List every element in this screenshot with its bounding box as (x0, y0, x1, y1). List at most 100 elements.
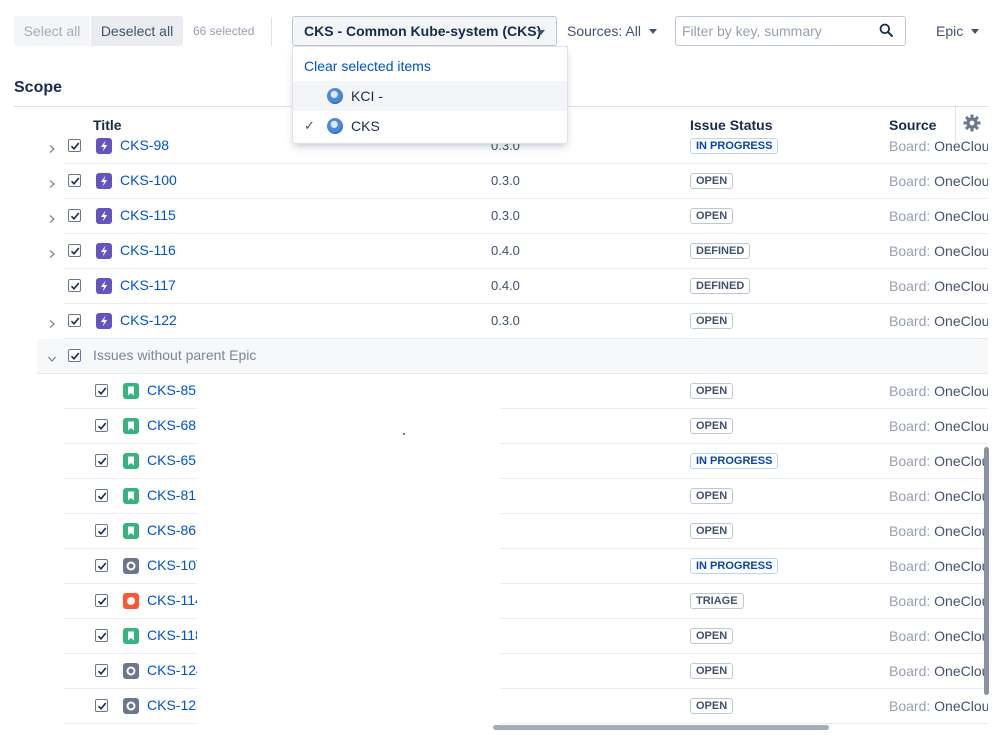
source-value[interactable]: OneClouc (934, 173, 988, 189)
checkbox-checked-icon[interactable] (95, 489, 108, 502)
scope-title: Scope (14, 79, 63, 96)
issue-key-link[interactable]: CKS-114 (147, 592, 203, 608)
story-icon (123, 453, 139, 469)
source-value[interactable]: OneClouc (934, 243, 988, 259)
checkbox-checked-icon[interactable] (68, 279, 81, 292)
deselect-all-button[interactable]: Deselect all (91, 16, 183, 46)
table-row[interactable]: CKS-117 0.4.0 DEFINED Board: OneClouc (0, 269, 988, 304)
stray-dot (403, 433, 405, 435)
issue-key-link[interactable]: CKS-81 (147, 487, 196, 503)
caret-down-icon (537, 30, 545, 35)
checkbox-checked-icon[interactable] (95, 559, 108, 572)
filter-input[interactable] (675, 16, 906, 46)
source-prefix: Board: (889, 698, 931, 714)
story-icon (123, 418, 139, 434)
issue-key-link[interactable]: CKS-65 (147, 452, 196, 468)
table-row[interactable]: CKS-116 0.4.0 DEFINED Board: OneClouc (0, 234, 988, 269)
issue-key-link[interactable]: CKS-100 (120, 172, 177, 188)
table-row[interactable]: CKS-122 0.3.0 OPEN Board: OneClouc (0, 304, 988, 339)
issue-key-link[interactable]: CKS-125 (147, 697, 204, 713)
source-prefix: Board: (889, 138, 931, 154)
source-value[interactable]: OneClouc (934, 383, 988, 399)
checkbox-checked-icon[interactable] (68, 209, 81, 222)
checkbox-checked-icon[interactable] (68, 314, 81, 327)
horizontal-scrollbar[interactable] (493, 725, 829, 730)
source-value[interactable]: OneClouc (934, 138, 988, 154)
vertical-scrollbar[interactable] (984, 447, 989, 695)
bug-icon (123, 593, 139, 609)
chevron-down-icon[interactable] (47, 351, 57, 362)
checkbox-checked-icon[interactable] (68, 174, 81, 187)
selected-count: 66 selected (193, 24, 255, 38)
source-value[interactable]: OneClouc (934, 313, 988, 329)
status-badge: OPEN (690, 383, 734, 399)
source-cell: Board: OneClouc (889, 663, 988, 679)
checkbox-checked-icon[interactable] (95, 664, 108, 677)
fix-version: 0.4.0 (491, 243, 520, 258)
group-row[interactable]: Issues without parent Epic (37, 339, 988, 374)
chevron-right-icon[interactable] (47, 141, 57, 153)
sources-dropdown[interactable]: Sources: All (567, 16, 657, 46)
issue-key-link[interactable]: CKS-10¨ (147, 557, 201, 573)
issue-key-link[interactable]: CKS-115 (120, 207, 176, 223)
source-value[interactable]: OneClouc (934, 453, 988, 469)
chevron-right-icon[interactable] (47, 176, 57, 188)
checkbox-checked-icon[interactable] (95, 524, 108, 537)
checkbox-checked-icon[interactable] (95, 629, 108, 642)
issue-key-link[interactable]: CKS-122 (120, 312, 177, 328)
issue-key-link[interactable]: CKS-86 (147, 522, 196, 538)
source-value[interactable]: OneClouc (934, 523, 988, 539)
issue-key-link[interactable]: CKS-117 (120, 277, 176, 293)
source-value[interactable]: OneClouc (934, 558, 988, 574)
checkbox-checked-icon[interactable] (95, 419, 108, 432)
clear-selected-items-link[interactable]: Clear selected items (304, 58, 431, 74)
source-value[interactable]: OneClouc (934, 663, 988, 679)
issue-key-link[interactable]: CKS-124 (147, 662, 204, 678)
source-value[interactable]: OneClouc (934, 698, 988, 714)
chevron-right-icon[interactable] (47, 316, 57, 328)
source-value[interactable]: OneClouc (934, 593, 988, 609)
issue-key-link[interactable]: CKS-68 (147, 417, 196, 433)
source-value[interactable]: OneClouc (934, 418, 988, 434)
task-icon (123, 663, 139, 679)
epic-icon (96, 243, 112, 259)
checkbox-checked-icon[interactable] (68, 244, 81, 257)
epic-dropdown[interactable]: Epic (936, 16, 980, 46)
checkbox-checked-icon[interactable] (95, 699, 108, 712)
check-icon: ✓ (304, 118, 315, 133)
checkbox-checked-icon[interactable] (95, 384, 108, 397)
source-value[interactable]: OneClouc (934, 208, 988, 224)
checkbox-checked-icon[interactable] (68, 139, 81, 152)
status-badge: OPEN (690, 628, 734, 644)
project-dropdown-menu: Clear selected items KCI - ✓ CKS (292, 46, 568, 144)
fix-version: 0.3.0 (491, 173, 520, 188)
source-prefix: Board: (889, 628, 931, 644)
select-all-button[interactable]: Select all (14, 16, 90, 46)
status-badge: OPEN (690, 173, 734, 189)
source-prefix: Board: (889, 208, 931, 224)
status-badge: IN PROGRESS (690, 453, 779, 469)
search-icon[interactable] (879, 23, 893, 37)
checkbox-checked-icon[interactable] (95, 594, 108, 607)
checkbox-checked-icon[interactable] (68, 349, 81, 362)
table-row[interactable]: CKS-100 0.3.0 OPEN Board: OneClouc (0, 164, 988, 199)
issue-key-link[interactable]: CKS-85 (147, 382, 196, 398)
status-badge: IN PROGRESS (690, 138, 779, 154)
issue-key-link[interactable]: CKS-98 (120, 137, 169, 153)
issue-key-link[interactable]: CKS-116 (120, 242, 176, 258)
status-badge: IN PROGRESS (690, 558, 779, 574)
source-value[interactable]: OneClouc (934, 488, 988, 504)
project-dropdown[interactable]: CKS - Common Kube-system (CKS) (292, 16, 557, 46)
source-prefix: Board: (889, 383, 931, 399)
checkbox-checked-icon[interactable] (95, 454, 108, 467)
epic-icon (96, 313, 112, 329)
menu-item-cks[interactable]: ✓ CKS (293, 111, 567, 141)
table-row[interactable]: CKS-115 0.3.0 OPEN Board: OneClouc (0, 199, 988, 234)
menu-item-kci[interactable]: KCI - (293, 81, 567, 111)
issue-key-link[interactable]: CKS-118 (147, 627, 203, 643)
chevron-right-icon[interactable] (47, 211, 57, 223)
chevron-right-icon[interactable] (47, 246, 57, 258)
source-value[interactable]: OneClouc (934, 628, 988, 644)
story-icon (123, 523, 139, 539)
source-value[interactable]: OneClouc (934, 278, 988, 294)
